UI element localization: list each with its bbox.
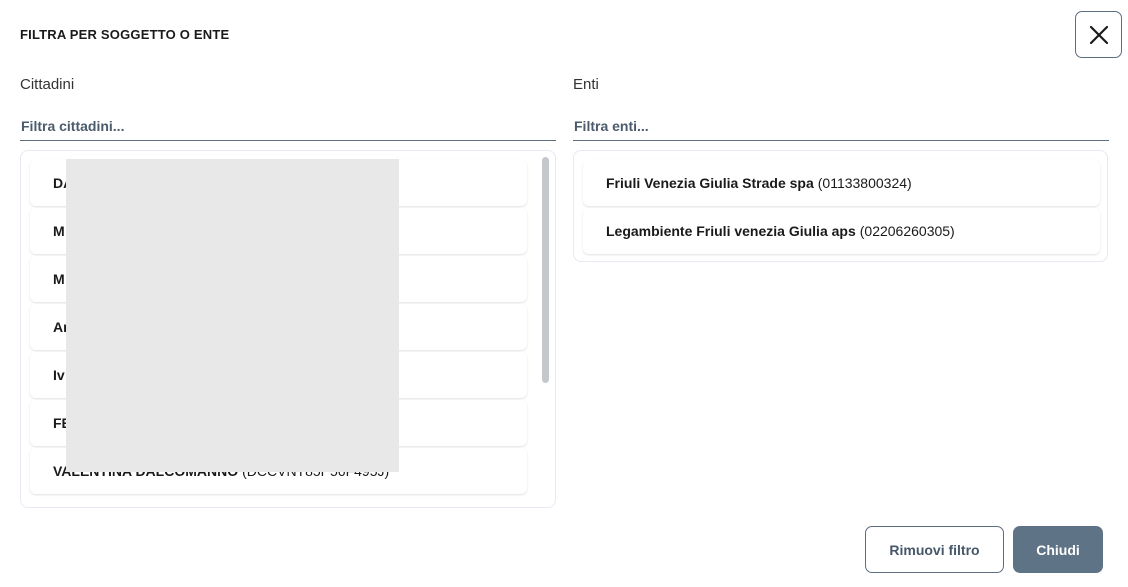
close-button[interactable]: Chiudi (1013, 526, 1103, 573)
cittadini-scrollbar[interactable] (539, 155, 551, 505)
redacted-area (66, 159, 399, 472)
cittadini-filter-input[interactable] (20, 111, 556, 141)
enti-filter-input[interactable] (573, 111, 1109, 141)
ente-list-item[interactable]: Friuli Venezia Giulia Strade spa (011338… (583, 160, 1100, 206)
ente-code: (02206260305) (859, 223, 955, 239)
filter-modal: FILTRA PER SOGGETTO O ENTE Cittadini DA … (0, 0, 1128, 587)
modal-title: FILTRA PER SOGGETTO O ENTE (20, 27, 230, 42)
enti-list: Friuli Venezia Giulia Strade spa (011338… (573, 150, 1108, 262)
close-modal-button[interactable] (1075, 11, 1122, 58)
ente-name: Legambiente Friuli venezia Giulia aps (606, 223, 856, 239)
ente-code: (01133800324) (817, 175, 912, 191)
enti-label: Enti (573, 76, 599, 93)
cittadino-name: M (53, 271, 65, 287)
close-icon (1089, 25, 1108, 44)
remove-filter-button[interactable]: Rimuovi filtro (865, 526, 1004, 573)
cittadino-name: Iv (53, 367, 65, 383)
cittadini-label: Cittadini (20, 76, 75, 93)
cittadino-name: M (53, 223, 65, 239)
ente-name: Friuli Venezia Giulia Strade spa (606, 175, 814, 191)
ente-list-item[interactable]: Legambiente Friuli venezia Giulia aps (0… (583, 208, 1100, 254)
scrollbar-thumb[interactable] (542, 157, 549, 383)
